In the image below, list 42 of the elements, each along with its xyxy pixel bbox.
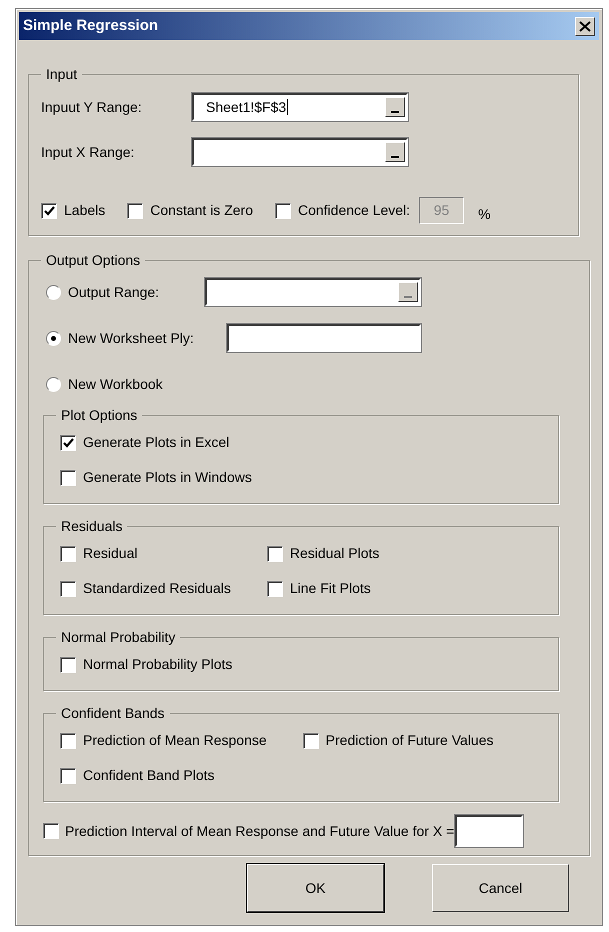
checkbox[interactable]: Generate Plots in Windows — [60, 467, 252, 488]
checkbox[interactable]: Constant is Zero — [127, 200, 253, 221]
checkbox[interactable]: Confidence Level: — [274, 200, 410, 221]
range-picker-button[interactable] — [385, 142, 405, 162]
checkbox[interactable]: Confident Band Plots — [60, 765, 267, 786]
group-legend: Plot Options — [56, 407, 142, 423]
checkbox[interactable]: Line Fit Plots — [266, 578, 380, 599]
radio-button[interactable]: New Worksheet Ply: — [46, 328, 227, 348]
checkbox[interactable]: Normal Probability Plots — [60, 654, 232, 675]
text-cursor — [287, 99, 288, 115]
radio-button[interactable]: Output Range: — [46, 282, 205, 302]
cancel-button[interactable]: Cancel — [432, 864, 569, 912]
check-icon — [62, 438, 74, 448]
group-legend: Confident Bands — [56, 705, 170, 721]
text-field[interactable] — [455, 815, 524, 847]
checkbox[interactable]: Prediction of Future Values — [302, 730, 494, 751]
check-icon — [44, 206, 54, 216]
unit-text: % — [478, 205, 491, 224]
window-title: Simple Regression — [23, 16, 158, 36]
checkbox[interactable]: Residual — [60, 543, 231, 564]
checkbox[interactable]: Generate Plots in Excel — [60, 432, 252, 453]
range-field[interactable] — [192, 138, 408, 166]
radio-button[interactable]: New Workbook — [46, 374, 163, 394]
range-field[interactable]: Sheet1!$F$3 — [192, 93, 408, 121]
field-label: Input X Range: — [41, 142, 136, 162]
close-icon — [579, 20, 591, 32]
checkbox[interactable]: Labels — [41, 200, 106, 221]
field-label: Inpuut Y Range: — [41, 98, 143, 117]
checkbox[interactable]: Prediction Interval of Mean Response and Future Value for X = — [43, 820, 454, 842]
close-button[interactable] — [575, 16, 595, 36]
group-legend: Output Options — [41, 252, 146, 268]
group-legend: Normal Probability — [56, 629, 180, 645]
checkbox[interactable]: Standardized Residuals — [60, 578, 231, 599]
range-picker-button[interactable] — [385, 97, 405, 117]
checkbox[interactable]: Prediction of Mean Response — [60, 730, 267, 751]
range-picker-button[interactable] — [398, 282, 418, 302]
range-field[interactable] — [205, 278, 421, 306]
text-field[interactable] — [227, 324, 421, 352]
ok-button[interactable]: OK — [247, 864, 384, 912]
group-legend: Residuals — [56, 518, 128, 534]
group-legend: Input — [41, 66, 82, 82]
checkbox[interactable]: Residual Plots — [266, 543, 380, 564]
